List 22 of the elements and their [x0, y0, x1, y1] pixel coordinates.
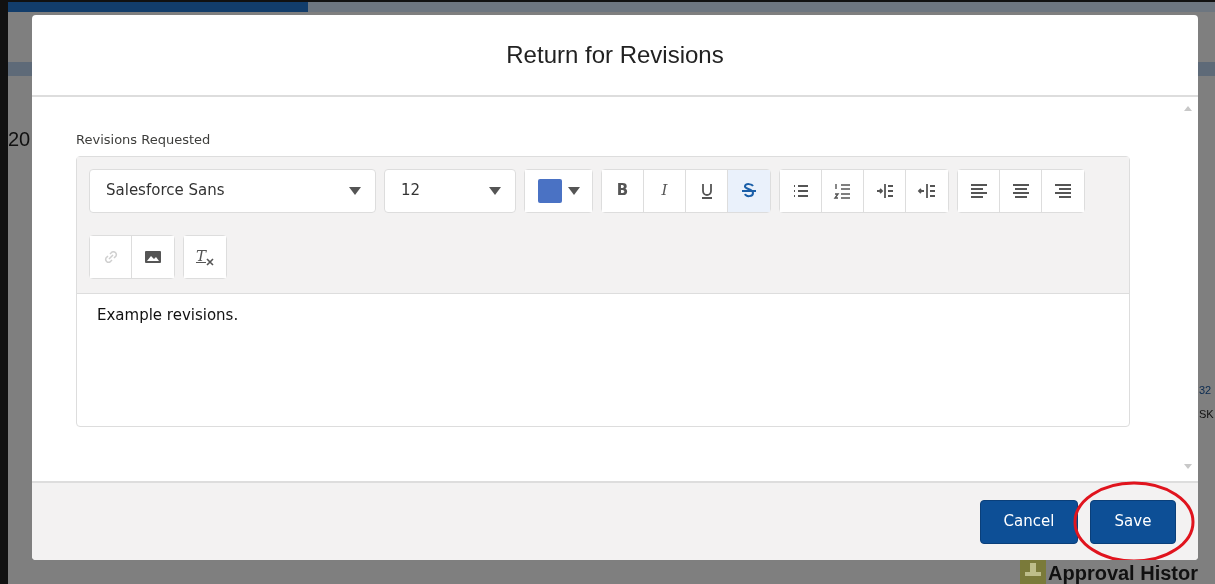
- bulleted-list-button[interactable]: [780, 169, 822, 212]
- editor-text[interactable]: Example revisions.: [77, 293, 1129, 426]
- caret-icon: [349, 186, 361, 195]
- text-color-picker[interactable]: [525, 169, 592, 212]
- save-button[interactable]: Save: [1090, 499, 1176, 544]
- small-x-icon: [206, 257, 214, 266]
- strikethrough-button[interactable]: [728, 169, 770, 212]
- bold-button[interactable]: B: [602, 169, 644, 212]
- text: SK: [1199, 407, 1214, 422]
- caret-icon: [489, 186, 501, 195]
- font-size-select[interactable]: 12: [384, 168, 516, 213]
- link-text: 32: [1199, 383, 1212, 398]
- heading-text: 20: [8, 127, 31, 152]
- stamp-icon: [1020, 558, 1046, 584]
- section-title: Approval Histor: [1048, 561, 1199, 584]
- cancel-button[interactable]: Cancel: [980, 499, 1078, 544]
- caret-icon: [567, 186, 580, 195]
- clear-formatting-button[interactable]: T: [184, 235, 226, 278]
- font-select[interactable]: Salesforce Sans: [89, 168, 376, 213]
- dialog-title: Return for Revisions: [506, 40, 724, 70]
- align-left-button[interactable]: [958, 169, 1000, 212]
- field-label: Revisions Requested: [76, 131, 211, 149]
